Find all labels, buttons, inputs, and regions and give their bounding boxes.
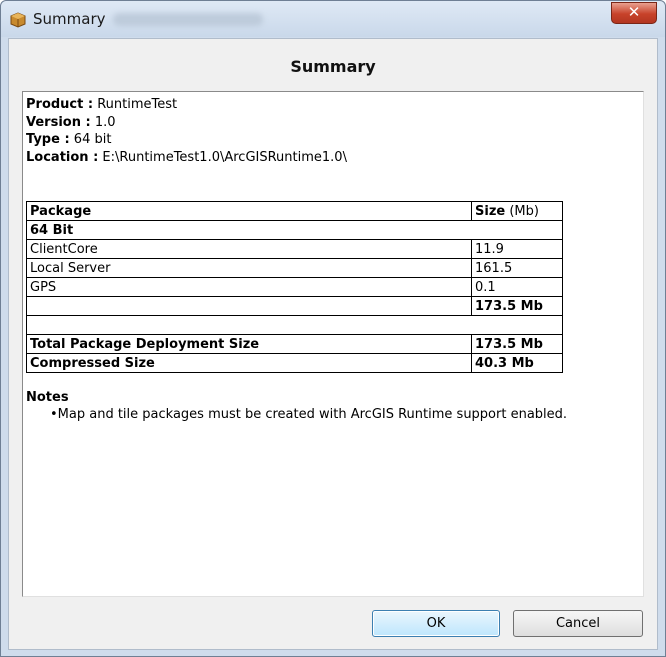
cancel-button[interactable]: Cancel [513,610,643,637]
table-row: ClientCore 11.9 [26,239,563,259]
table-row: GPS 0.1 [26,277,563,297]
close-button[interactable]: ✕ [611,2,657,24]
package-name: ClientCore [26,239,472,259]
table-header-row: Package Size (Mb) [26,201,563,221]
package-table: Package Size (Mb) 64 Bit ClientCore 11.9… [26,201,563,373]
compressed-label: Compressed Size [26,353,472,373]
list-item: •Map and tile packages must be created w… [50,407,568,422]
subtotal-row: 173.5 Mb [26,296,563,316]
table-row: Local Server 161.5 [26,258,563,278]
table-group-row: 64 Bit [26,220,563,240]
info-row-version: Version : 1.0 [26,114,116,130]
subtotal-value: 173.5 Mb [471,296,563,316]
notes-heading: Notes [26,390,69,405]
compressed-value: 40.3 Mb [471,353,563,373]
package-size: 161.5 [471,258,563,278]
package-size: 11.9 [471,239,563,259]
group-label: 64 Bit [26,220,563,240]
column-header-size: Size (Mb) [471,201,563,221]
dialog-body: Summary Product : RuntimeTest Version : … [8,38,658,650]
bullet-icon: • [50,407,58,422]
package-info: Product : RuntimeTest Version : 1.0 Type… [26,96,347,166]
title-bar[interactable]: Summary ✕ [1,1,665,37]
total-value: 173.5 Mb [471,334,563,354]
compressed-row: Compressed Size 40.3 Mb [26,353,563,373]
ok-button[interactable]: OK [372,610,500,637]
package-name: Local Server [26,258,472,278]
package-name: GPS [26,277,472,297]
package-box-icon [10,12,26,28]
spacer-cell [26,315,563,335]
summary-panel: Product : RuntimeTest Version : 1.0 Type… [22,91,644,597]
info-row-type: Type : 64 bit [26,132,112,147]
window-title: Summary [33,10,106,28]
blurred-title-text [113,13,263,26]
total-row: Total Package Deployment Size 173.5 Mb [26,334,563,354]
spacer-row [26,315,563,335]
info-row-location: Location : E:\RuntimeTest1.0\ArcGISRunti… [26,149,347,165]
total-label: Total Package Deployment Size [26,334,472,354]
info-row-product: Product : RuntimeTest [26,97,178,112]
subtotal-label [26,296,472,316]
column-header-package: Package [26,201,472,221]
dialog-window: Summary ✕ Summary Product : RuntimeTest … [0,0,666,657]
notes-section: Notes •Map and tile packages must be cre… [26,390,567,422]
page-title: Summary [290,57,376,76]
package-size: 0.1 [471,277,563,297]
